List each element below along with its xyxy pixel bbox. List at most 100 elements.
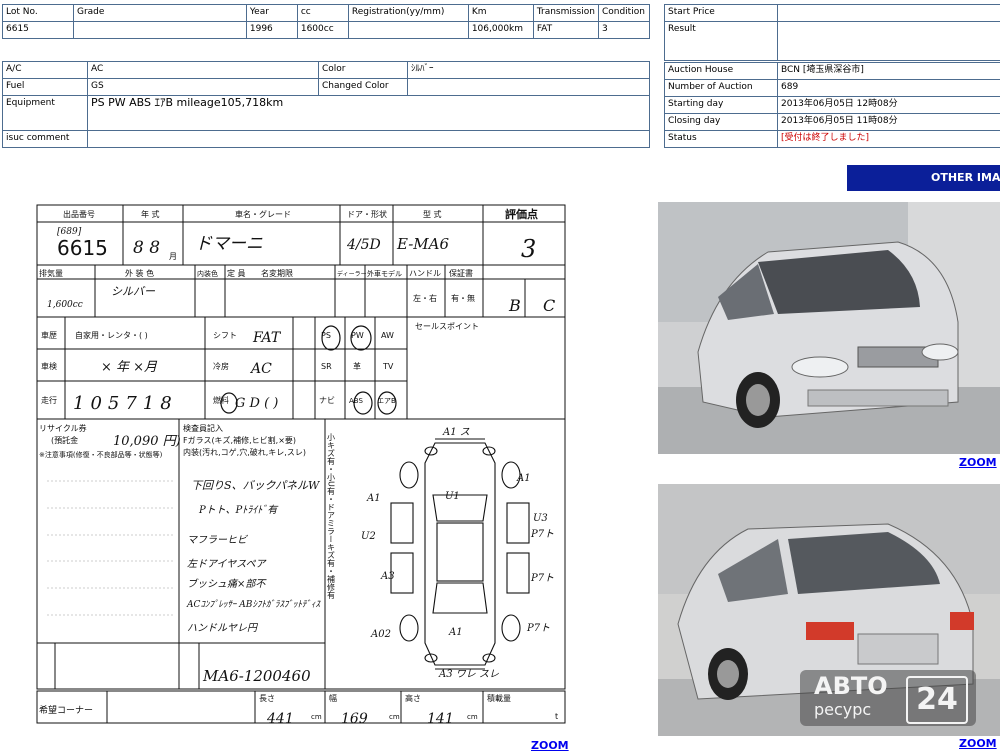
sheet-sales-label: セールスポイント	[415, 322, 479, 331]
auction-table: Auction House BCN [埼玉県深谷市] Number of Auc…	[664, 62, 1000, 148]
header-year: Year	[245, 4, 298, 22]
sheet-width-value: 169	[341, 711, 368, 725]
sheet-note-3: マフラーヒビ	[187, 534, 248, 546]
watermark-line1: АВТО	[814, 672, 888, 700]
value-cc: 1600cc	[296, 21, 349, 39]
result-value	[777, 21, 1000, 61]
sheet-pw-label: PW	[351, 331, 364, 340]
sheet-door-value: 4/5D	[346, 237, 381, 253]
header-registration: Registration(yy/mm)	[347, 4, 469, 22]
sheet-dealer-header: ディーラー	[337, 270, 367, 278]
diagram-mark-5: U3	[533, 513, 548, 524]
sheet-load-unit: t	[555, 712, 558, 721]
sheet-month-label: 月	[169, 252, 177, 261]
sheet-color-value: シルバー	[111, 285, 156, 298]
diagram-mark-7: A3	[380, 571, 395, 582]
sheet-side-text: 小キズ有・小U有・ドアミラーキズ有・補修有	[327, 433, 336, 600]
sheet-deposit-value: 10,090 円)	[113, 434, 181, 449]
sheet-aw-label: AW	[381, 331, 394, 340]
header-cc: cc	[296, 4, 349, 22]
price-table: Start Price Result	[664, 4, 1000, 61]
zoom-link-rear[interactable]: ZOOM	[959, 737, 997, 750]
value-grade	[72, 21, 247, 39]
sheet-fuel-value: G D ( )	[235, 396, 278, 411]
closing-day-label: Closing day	[664, 113, 778, 131]
car-rear-photo[interactable]: АВТО ресурс 24	[658, 484, 1000, 736]
sheet-warranty-header: 保証書	[449, 268, 473, 278]
sheet-length-value: 441	[266, 711, 294, 725]
changed-color-value	[407, 78, 650, 96]
header-grade: Grade	[72, 4, 247, 22]
sheet-sr-label: SR	[321, 362, 332, 371]
sheet-lot-value: 6615	[57, 236, 108, 260]
sheet-length-unit: cm	[311, 713, 322, 721]
sheet-shift-label: シフト	[213, 331, 237, 340]
sheet-handle-header: ハンドル	[409, 269, 441, 278]
diagram-mark-9: P7ト	[530, 573, 554, 584]
zoom-link-front[interactable]: ZOOM	[959, 456, 997, 469]
other-images-button[interactable]: OTHER IMA	[847, 165, 1000, 191]
sheet-exterior-grade: C	[543, 296, 555, 315]
diagram-mark-3: A1	[516, 473, 531, 484]
sheet-note-2: Pトト、Pﾄﾗｲﾄﾞ有	[198, 504, 279, 516]
color-label: Color	[318, 61, 408, 79]
color-value: ｼﾙﾊﾞｰ	[407, 61, 650, 79]
sheet-abs-label: ABS	[349, 397, 363, 405]
auction-sheet-image[interactable]: 出品番号 年 式 車名・グレード ドア・形状 型 式 評価点 排気量 外 装 色…	[35, 203, 567, 725]
watermark: АВТО ресурс 24	[800, 670, 976, 726]
header-transmission: Transmission	[532, 4, 599, 22]
auction-number-value: 689	[777, 79, 1000, 97]
sheet-note-6: ACｺﾝﾌﾟﾚｯｻｰ ABｼﾌﾄｶﾞﾗｽﾌﾞｯﾄﾃﾞｨｽ	[186, 599, 321, 610]
equipment-label: Equipment	[2, 95, 88, 131]
sheet-leather-label: 革	[353, 361, 361, 371]
value-condition: 3	[597, 21, 651, 39]
spec-table: A/C AC Color ｼﾙﾊﾞｰ Fuel GS Changed Color…	[2, 61, 650, 148]
sheet-airbag-label: エアB	[377, 397, 396, 405]
header-lot-no: Lot No.	[2, 4, 74, 22]
status-value: [受付は終了しました]	[777, 130, 1000, 148]
sheet-note-7: ハンドルヤレ円	[187, 623, 259, 634]
diagram-mark-2: U1	[445, 491, 460, 502]
result-label: Result	[664, 21, 778, 61]
sheet-lot-header: 出品番号	[63, 209, 95, 219]
sheet-cap-header: 定 員	[227, 268, 246, 278]
watermark-number: 24	[906, 676, 968, 724]
diagram-mark-10: A02	[370, 629, 391, 640]
sheet-height-value: 141	[427, 711, 454, 725]
fuel-label: Fuel	[2, 78, 88, 96]
sheet-load-label: 積載量	[487, 693, 511, 703]
lot-summary-table: Lot No. Grade Year cc Registration(yy/mm…	[2, 4, 651, 39]
sheet-interior-grade: B	[508, 296, 521, 315]
sheet-yn: 有・無	[451, 293, 475, 303]
diagram-mark-8: U2	[361, 531, 376, 542]
starting-day-label: Starting day	[664, 96, 778, 114]
sheet-year-value: 8 8	[133, 238, 160, 258]
value-transmission: FAT	[532, 21, 599, 39]
sheet-note-4: 左ドアイヤスペア	[187, 558, 267, 570]
equipment-value: PS PW ABS ｴｱB mileage105,718km	[87, 95, 650, 131]
sheet-frame-value: MA6-1200460	[202, 667, 311, 685]
sheet-cc-value: 1,600cc	[47, 300, 83, 310]
sheet-deposit-label: (預託金	[51, 435, 78, 445]
diagram-mark-12: P7ト	[526, 623, 550, 634]
sheet-history-label: 車歴	[41, 330, 57, 340]
auction-house-label: Auction House	[664, 62, 778, 80]
header-km: Km	[467, 4, 534, 22]
sheet-note-1: 下回りS、バックパネルW	[191, 479, 321, 492]
sheet-inspection-value: × 年 ×月	[101, 360, 158, 375]
sheet-length-label: 長さ	[259, 694, 275, 703]
auction-house-value: BCN [埼玉県深谷市]	[777, 62, 1000, 80]
sheet-score-header: 評価点	[505, 207, 538, 221]
ac-value: AC	[87, 61, 319, 79]
value-year: 1996	[245, 21, 298, 39]
zoom-link-sheet[interactable]: ZOOM	[531, 739, 569, 752]
sheet-year-header: 年 式	[141, 209, 160, 219]
car-front-photo[interactable]	[658, 202, 1000, 454]
status-label: Status	[664, 130, 778, 148]
closing-day-value: 2013年06月05日 11時08分	[777, 113, 1000, 131]
sheet-history-value: 自家用・レンタ・( )	[75, 330, 148, 340]
diagram-mark-13: A3 ワレ スレ	[438, 669, 499, 680]
ac-label: A/C	[2, 61, 88, 79]
auction-number-label: Number of Auction	[664, 79, 778, 97]
sheet-score-value: 3	[521, 235, 536, 263]
